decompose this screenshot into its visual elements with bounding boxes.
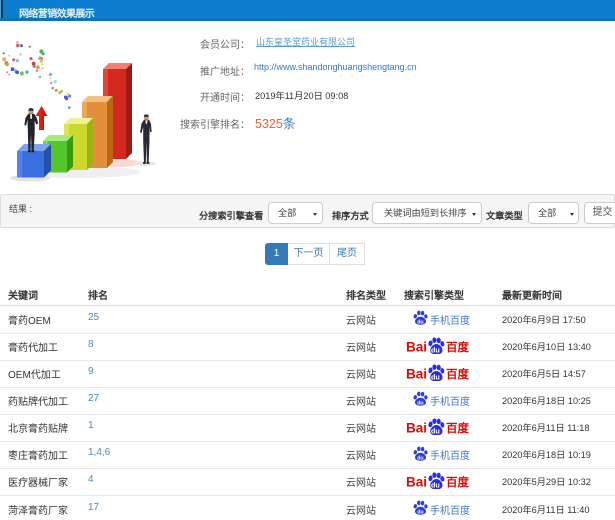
- svg-text:du: du: [417, 455, 423, 461]
- svg-text:百度: 百度: [446, 367, 469, 381]
- svg-text:du: du: [417, 509, 423, 515]
- svg-text:百度: 百度: [446, 421, 469, 435]
- svg-text:百度: 百度: [446, 475, 469, 489]
- svg-text:du: du: [431, 345, 440, 354]
- svg-text:du: du: [417, 400, 423, 406]
- svg-text:du: du: [431, 426, 440, 435]
- svg-text:Bai: Bai: [406, 421, 427, 436]
- svg-text:du: du: [417, 319, 423, 325]
- svg-text:百度: 百度: [446, 340, 469, 354]
- svg-text:Bai: Bai: [406, 340, 427, 355]
- svg-text:du: du: [431, 480, 440, 489]
- svg-text:Bai: Bai: [406, 475, 427, 490]
- svg-text:du: du: [431, 372, 440, 381]
- svg-text:Bai: Bai: [406, 367, 427, 382]
